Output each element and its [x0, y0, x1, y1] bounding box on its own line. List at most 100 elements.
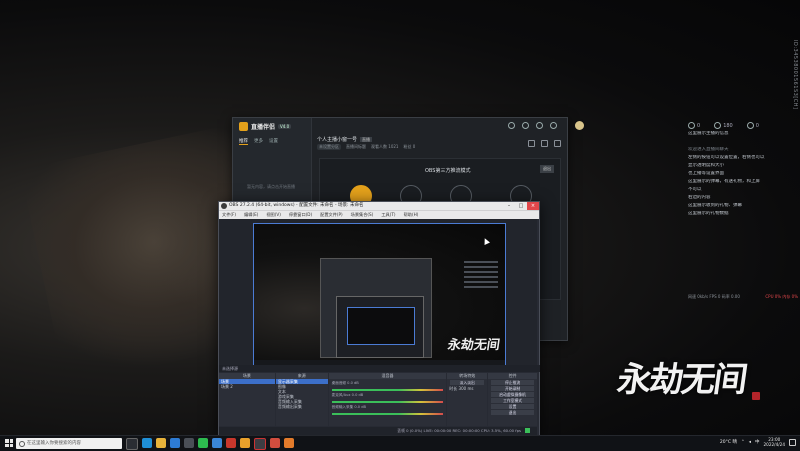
companion-tabs: 推荐 更多 设置	[239, 138, 278, 145]
transition-select[interactable]: 淡入淡出	[450, 380, 485, 385]
minimize-icon[interactable]	[536, 122, 543, 129]
category-pill[interactable]: 未设置分区	[317, 144, 341, 150]
menu-scene-collection[interactable]: 场景集合(S)	[351, 211, 374, 219]
store-icon[interactable]	[170, 438, 180, 448]
window-controls: – □ ×	[503, 202, 539, 210]
network-icon[interactable]: ⌃	[741, 440, 745, 445]
volume-meter[interactable]	[331, 401, 444, 403]
search-placeholder: 在这里输入你要搜索的内容	[27, 441, 81, 446]
live-chat-overlay: 0 180 0 这里展示主播的信息 欢迎进入直播间聊天 左侧的按钮可以设置位置，…	[688, 122, 798, 332]
menu-tools[interactable]: 工具(T)	[381, 211, 395, 219]
edit-icon[interactable]	[541, 140, 548, 147]
clock-date: 2022/4/24	[763, 442, 785, 447]
empty-hint: 暂无内容，请点击开始直播	[247, 184, 295, 189]
message-icon[interactable]	[508, 122, 515, 129]
clock[interactable]: 23:00 2022/4/24	[764, 437, 785, 447]
studio-mode-button[interactable]: 工作室模式	[491, 398, 534, 403]
volume-meter[interactable]	[331, 413, 444, 415]
settings-button[interactable]: 设置	[491, 404, 534, 409]
stream-id-label: ID:34538001561S3[CH]	[792, 40, 798, 110]
app-icon[interactable]	[212, 438, 222, 448]
volume-meter[interactable]	[331, 389, 444, 391]
room-title: 个人主播小窗一号 直播	[317, 137, 373, 143]
menu-profile[interactable]: 配置文件(P)	[320, 211, 343, 219]
wechat-icon[interactable]	[198, 438, 208, 448]
viewers-stat: 0	[688, 122, 700, 129]
transitions-dock: 转场特效 淡入淡出 时长 300 ms	[447, 373, 488, 426]
avatar[interactable]	[575, 121, 584, 130]
windows-start-icon[interactable]	[5, 439, 13, 447]
taskbar-search[interactable]: 在这里输入你要搜索的内容	[16, 438, 122, 449]
preview-nested-chat	[464, 258, 498, 291]
companion-app-icon[interactable]	[240, 438, 250, 448]
close-icon[interactable]	[550, 122, 557, 129]
chat-line: 左侧的按钮可以设置位置，右侧也可以	[688, 155, 765, 160]
exit-mode-button[interactable]: 退出	[540, 165, 554, 173]
share-icon[interactable]	[528, 140, 535, 147]
app-icon[interactable]	[184, 438, 194, 448]
app-name: 直播伴侣	[251, 124, 276, 131]
controls-header: 控件	[488, 373, 537, 379]
version-badge: V4.0	[278, 124, 292, 129]
window-top-icons	[508, 122, 557, 129]
chat-line: 这里展示收到的礼物、弹幕	[688, 203, 742, 208]
tab-recommend[interactable]: 推荐	[239, 138, 248, 145]
app-icon[interactable]	[284, 438, 294, 448]
room-subinfo: 未设置分区 直播间标题 观看人数 1021 粉丝 0	[317, 144, 415, 150]
transition-duration[interactable]: 时长 300 ms	[447, 386, 487, 391]
gifts-stat: 0	[746, 122, 759, 129]
gift-icon	[746, 122, 754, 129]
settings-icon[interactable]	[522, 122, 529, 129]
live-tag: 直播	[360, 137, 373, 142]
stop-streaming-button[interactable]: 停止推流	[491, 380, 534, 385]
edge-icon[interactable]	[142, 438, 152, 448]
source-item[interactable]: 音频输出采集	[276, 404, 328, 409]
seal-icon	[752, 392, 760, 400]
start-recording-button[interactable]: 开始录制	[491, 386, 534, 391]
room-tools	[528, 140, 561, 147]
menu-docks[interactable]: 停靠窗口(D)	[289, 211, 312, 219]
chat-line: 这里展示的弹幕，有送礼物，和上屏	[688, 179, 760, 184]
tab-more[interactable]: 更多	[254, 138, 263, 145]
chat-line: 欢迎进入直播间聊天	[688, 147, 729, 152]
minimize-button[interactable]: –	[503, 202, 515, 210]
app-icon[interactable]	[270, 438, 280, 448]
maximize-button[interactable]: □	[515, 202, 527, 210]
tab-settings[interactable]: 设置	[269, 138, 278, 145]
sources-dock: 来源 显示器采集 图像 文本 游戏采集 音频输入采集 音频输出采集	[275, 373, 328, 426]
preview-nested-obs	[336, 296, 424, 358]
obs-titlebar[interactable]: OBS 27.2.4 (64-bit, windows) - 配置文件: 未命名…	[219, 202, 539, 210]
close-button[interactable]: ×	[527, 202, 539, 210]
status-text: 丢帧 0 (0.0%) LIVE: 00:00:00 REC: 00:00:00…	[397, 428, 521, 433]
weather-text[interactable]: 20°C 晴	[720, 439, 737, 445]
more-icon[interactable]	[554, 140, 561, 147]
preview-canvas[interactable]: 永劫无间	[253, 223, 506, 366]
virtual-camera-button[interactable]: 启动虚拟摄像机	[491, 392, 534, 397]
stream-health-indicator	[525, 428, 530, 433]
ime-icon[interactable]: 中	[755, 439, 760, 445]
exit-button[interactable]: 退出	[491, 410, 534, 415]
menu-edit[interactable]: 编辑(E)	[244, 211, 258, 219]
volume-icon[interactable]: ◂	[749, 440, 751, 445]
followers-stat: 180	[714, 122, 733, 129]
mixer-header: 混音器	[328, 373, 447, 379]
file-explorer-icon[interactable]	[156, 438, 166, 448]
notification-icon[interactable]	[789, 438, 796, 446]
menu-view[interactable]: 视图(V)	[266, 211, 281, 219]
system-tray: 20°C 晴 ⌃ ◂ 中 23:00 2022/4/24	[720, 437, 796, 447]
user-icon	[714, 122, 722, 129]
chat-stats-footer: 网速 0kb/s FPS 0 码率 0.00 CPU 0% 内存 0%	[688, 294, 798, 300]
menu-file[interactable]: 文件(F)	[222, 211, 236, 219]
chat-line: 这里展示主播的信息	[688, 131, 729, 136]
obs-menubar: 文件(F) 编辑(E) 视图(V) 停靠窗口(D) 配置文件(P) 场景集合(S…	[219, 210, 539, 219]
cpu-stats: CPU 0% 内存 0%	[765, 294, 798, 299]
chat-line: 右边的内容	[688, 195, 711, 200]
obs-app-icon[interactable]	[254, 438, 266, 450]
chat-line: 不可以	[688, 187, 702, 192]
menu-help[interactable]: 帮助(H)	[404, 211, 419, 219]
search-icon	[19, 441, 25, 447]
scene-item[interactable]: 场景 2	[219, 384, 275, 389]
obs-window[interactable]: OBS 27.2.4 (64-bit, windows) - 配置文件: 未命名…	[218, 201, 540, 436]
task-view-icon[interactable]	[126, 438, 138, 450]
app-icon[interactable]	[226, 438, 236, 448]
